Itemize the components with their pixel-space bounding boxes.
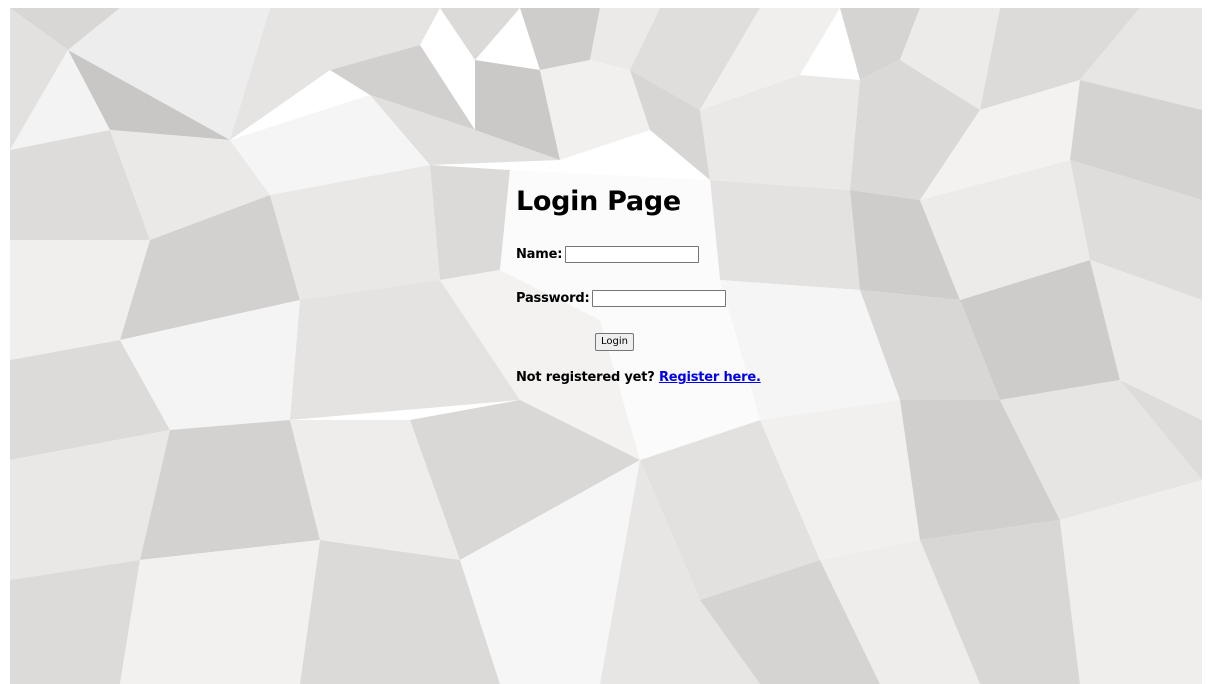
register-link[interactable]: Register here.: [659, 370, 761, 385]
name-label: Name:: [516, 247, 563, 262]
login-form: Login Page Name: Password: Login Not reg…: [516, 186, 761, 385]
register-prompt: Not registered yet? Register here.: [516, 370, 761, 385]
login-page: Login Page Name: Password: Login Not reg…: [0, 0, 1210, 684]
page-title: Login Page: [516, 186, 681, 217]
register-prompt-text: Not registered yet?: [516, 370, 655, 385]
password-input[interactable]: [592, 290, 727, 307]
name-row: Name:: [516, 246, 700, 263]
name-input[interactable]: [565, 246, 700, 263]
login-button[interactable]: Login: [595, 333, 634, 351]
password-row: Password:: [516, 290, 727, 307]
password-label: Password:: [516, 291, 590, 306]
